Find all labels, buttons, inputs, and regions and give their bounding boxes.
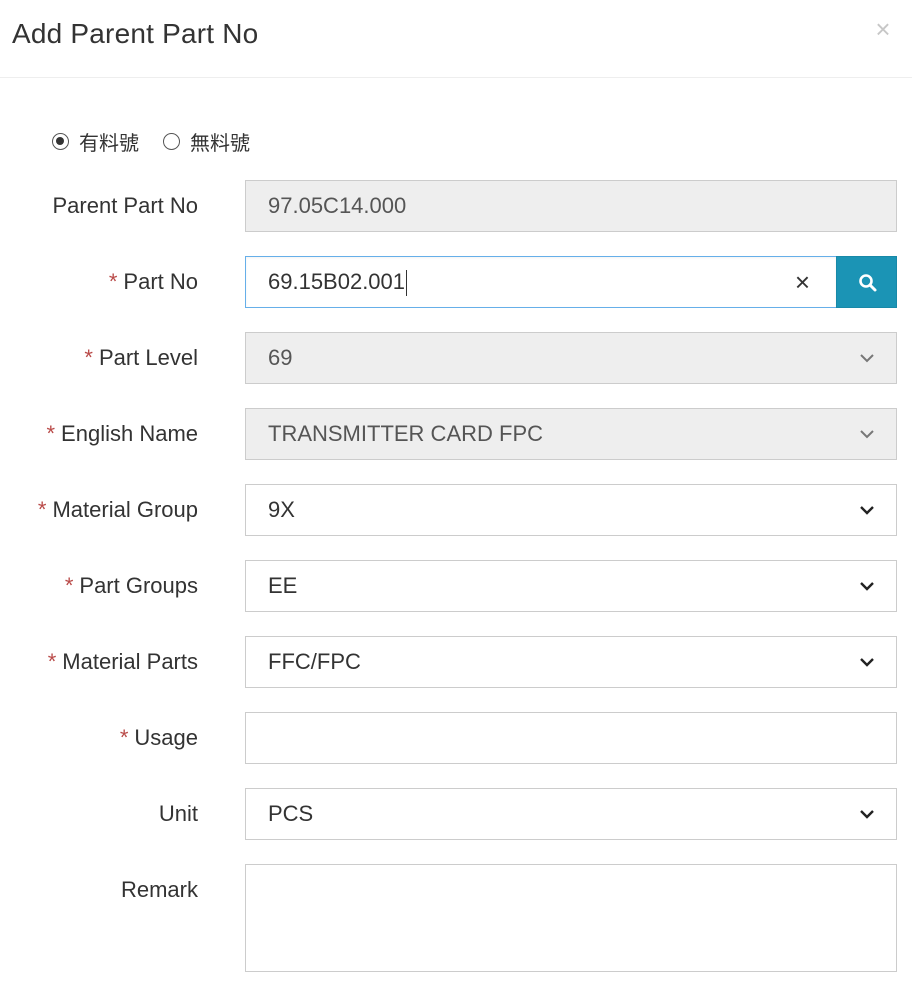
chevron-down-icon <box>860 810 874 819</box>
english-name-select: TRANSMITTER CARD FPC <box>245 408 897 460</box>
radio-label: 有料號 <box>79 132 139 155</box>
part-groups-select[interactable]: EE <box>245 560 897 612</box>
chevron-down-icon <box>860 658 874 667</box>
label-material-group: * Material Group <box>37 497 198 522</box>
label-part-level: * Part Level <box>84 345 198 370</box>
required-mark: * <box>108 269 118 294</box>
radio-checked-icon[interactable] <box>52 132 69 150</box>
label-usage: * Usage <box>119 725 198 750</box>
part-no-input[interactable]: 69.15B02.001 × <box>245 256 837 308</box>
part-no-value: 69.15B02.001 <box>268 269 406 294</box>
parent-part-no-field: 97.05C14.000 <box>245 180 897 232</box>
row-unit: Unit PCS <box>0 788 912 840</box>
parent-part-no-value: 97.05C14.000 <box>268 193 407 218</box>
label-parent-part-no: Parent Part No <box>52 193 198 218</box>
search-icon <box>859 274 877 292</box>
chevron-down-icon <box>860 582 874 591</box>
label-part-groups: * Part Groups <box>64 573 198 598</box>
clear-icon[interactable]: × <box>795 257 810 307</box>
part-type-radio-group: 有料號 無料號 <box>52 127 274 156</box>
row-part-no: * Part No 69.15B02.001 × <box>0 256 912 308</box>
dialog-title: Add Parent Part No <box>12 18 259 49</box>
row-material-group: * Material Group 9X <box>0 484 912 536</box>
label-english-name: * English Name <box>46 421 198 446</box>
label-remark: Remark <box>120 877 198 902</box>
row-part-level: * Part Level 69 <box>0 332 912 384</box>
radio-no-part-no[interactable]: 無料號 <box>163 127 250 156</box>
row-part-groups: * Part Groups EE <box>0 560 912 612</box>
row-english-name: * English Name TRANSMITTER CARD FPC <box>0 408 912 460</box>
material-parts-select[interactable]: FFC/FPC <box>245 636 897 688</box>
material-group-value: 9X <box>268 497 295 522</box>
remark-textarea[interactable] <box>245 864 897 972</box>
radio-unchecked-icon[interactable] <box>163 132 180 150</box>
material-group-select[interactable]: 9X <box>245 484 897 536</box>
chevron-down-icon <box>860 354 874 363</box>
chevron-down-icon <box>860 506 874 515</box>
row-parent-part-no: Parent Part No 97.05C14.000 <box>0 180 912 232</box>
label-part-no: * Part No <box>108 269 198 294</box>
part-level-value: 69 <box>268 345 293 370</box>
text-cursor <box>406 270 408 297</box>
row-remark: Remark <box>0 864 912 972</box>
part-level-select: 69 <box>245 332 897 384</box>
part-groups-value: EE <box>268 573 298 598</box>
unit-select[interactable]: PCS <box>245 788 897 840</box>
radio-has-part-no[interactable]: 有料號 <box>52 127 139 156</box>
row-material-parts: * Material Parts FFC/FPC <box>0 636 912 688</box>
material-parts-value: FFC/FPC <box>268 649 361 674</box>
usage-input[interactable] <box>245 712 897 764</box>
english-name-value: TRANSMITTER CARD FPC <box>268 421 543 446</box>
chevron-down-icon <box>860 430 874 439</box>
label-unit: Unit <box>158 801 198 826</box>
search-button[interactable] <box>836 256 897 308</box>
dialog-header: Add Parent Part No × <box>0 0 912 78</box>
unit-value: PCS <box>268 801 314 826</box>
close-icon[interactable]: × <box>872 16 894 42</box>
label-material-parts: * Material Parts <box>47 649 198 674</box>
row-usage: * Usage <box>0 712 912 764</box>
radio-label: 無料號 <box>190 132 250 155</box>
